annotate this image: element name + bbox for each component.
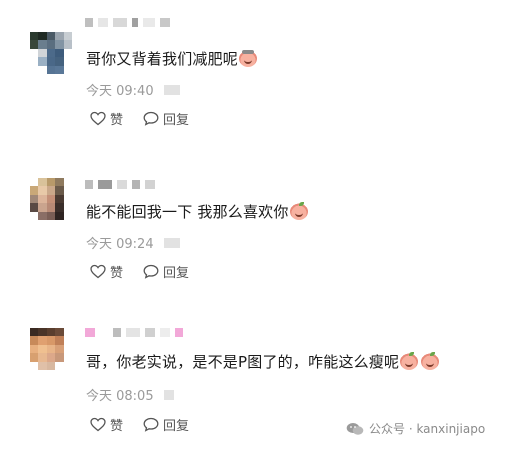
username-blurred[interactable] [85,18,170,27]
comment-time: 今天 09:24 [86,233,180,252]
username-blurred[interactable] [85,328,183,337]
watermark: 公众号 · kanxinjiapo [346,420,485,437]
heart-icon [90,264,106,279]
comment-actions: 赞 回复 [90,262,189,281]
comment-actions: 赞 回复 [90,109,189,128]
like-button[interactable]: 赞 [90,415,123,434]
username-blurred[interactable] [85,180,155,189]
comment-actions: 赞 回复 [90,415,189,434]
avatar[interactable] [30,328,72,370]
avatar[interactable] [30,32,72,74]
comment-text: 哥你又背着我们减肥呢 [86,48,258,69]
heart-icon [90,417,106,432]
comment-time: 今天 09:40 [86,80,180,99]
reply-button[interactable]: 回复 [143,109,189,128]
location-blurred [163,389,174,400]
comment-time: 今天 08:05 [86,385,174,404]
avatar[interactable] [30,178,72,220]
peach-face-icon [421,352,440,370]
peach-face-icon [289,202,308,220]
tired-face-icon [239,50,258,67]
location-blurred [163,237,180,248]
like-button[interactable]: 赞 [90,262,123,281]
wechat-icon [346,422,364,435]
reply-button[interactable]: 回复 [143,415,189,434]
speech-bubble-icon [143,417,159,432]
location-blurred [163,84,180,95]
speech-bubble-icon [143,111,159,126]
like-button[interactable]: 赞 [90,109,123,128]
comment-text: 哥，你老实说，是不是P图了的，咋能这么瘦呢 [86,351,440,372]
speech-bubble-icon [143,264,159,279]
comment-text: 能不能回我一下 我那么喜欢你 [86,201,308,222]
reply-button[interactable]: 回复 [143,262,189,281]
heart-icon [90,111,106,126]
peach-face-icon [400,352,419,370]
